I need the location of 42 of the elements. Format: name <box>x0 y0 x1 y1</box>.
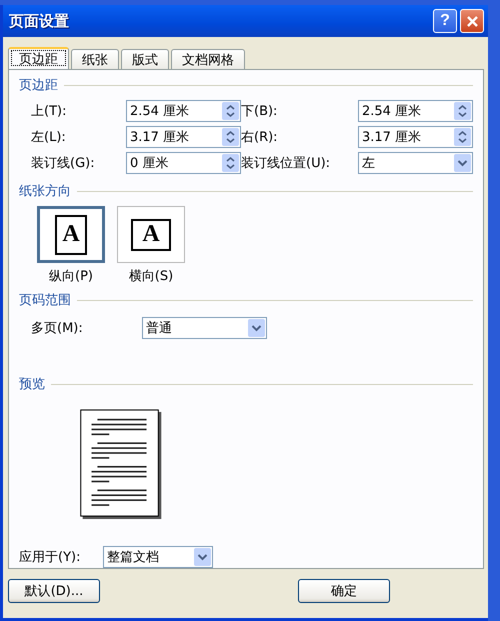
orientation-option[interactable]: A <box>37 206 105 263</box>
landscape-page-icon: A <box>131 218 171 250</box>
tab[interactable]: 页边距 <box>8 47 69 69</box>
field-label: 多页(M): <box>31 320 84 337</box>
field-label: 应用于(Y): <box>19 549 82 566</box>
spin-field[interactable]: 3.17 厘米 <box>358 126 473 148</box>
default-button[interactable]: 默认(D)... <box>8 579 100 603</box>
ok-button[interactable]: 确定 <box>298 579 390 603</box>
field-label: 上(T): <box>31 103 68 120</box>
dropdown-field[interactable]: 普通 <box>142 317 267 339</box>
close-icon <box>466 14 478 28</box>
option-label: 纵向(P) <box>49 268 93 285</box>
dropdown-field[interactable]: 左 <box>358 152 473 174</box>
page-preview-icon <box>79 409 163 520</box>
spin-field[interactable]: 3.17 厘米 <box>126 126 241 148</box>
close-button[interactable] <box>460 9 484 33</box>
section-title: 预览 <box>19 376 45 393</box>
spin-arrows-icon[interactable] <box>454 102 471 120</box>
spin-field[interactable]: 2.54 厘米 <box>126 100 241 122</box>
orientation-option[interactable]: A <box>117 206 185 263</box>
spin-arrows-icon[interactable] <box>454 128 471 146</box>
field-label: 下(B): <box>241 103 278 120</box>
section-title: 页码范围 <box>19 292 71 309</box>
field-label: 左(L): <box>31 129 67 146</box>
spin-arrows-icon[interactable] <box>222 128 239 146</box>
tab[interactable]: 版式 <box>121 49 169 69</box>
section-title: 纸张方向 <box>19 183 71 200</box>
field-label: 装订线(G): <box>31 155 96 172</box>
section-title: 页边距 <box>19 77 58 94</box>
help-button[interactable]: ? <box>433 9 457 33</box>
field-label: 右(R): <box>241 129 279 146</box>
tab[interactable]: 文档网格 <box>171 49 245 69</box>
window-title: 页面设置 <box>9 12 69 30</box>
spin-arrows-icon[interactable] <box>222 102 239 120</box>
tab[interactable]: 纸张 <box>71 49 119 69</box>
field-label: 装订线位置(U): <box>241 155 332 172</box>
spin-field[interactable]: 0 厘米 <box>126 152 241 174</box>
spin-arrows-icon[interactable] <box>222 154 239 172</box>
option-label: 横向(S) <box>128 268 174 285</box>
dropdown-field[interactable]: 整篇文档 <box>103 546 213 568</box>
spin-field[interactable]: 2.54 厘米 <box>358 100 473 122</box>
portrait-page-icon: A <box>55 214 87 254</box>
